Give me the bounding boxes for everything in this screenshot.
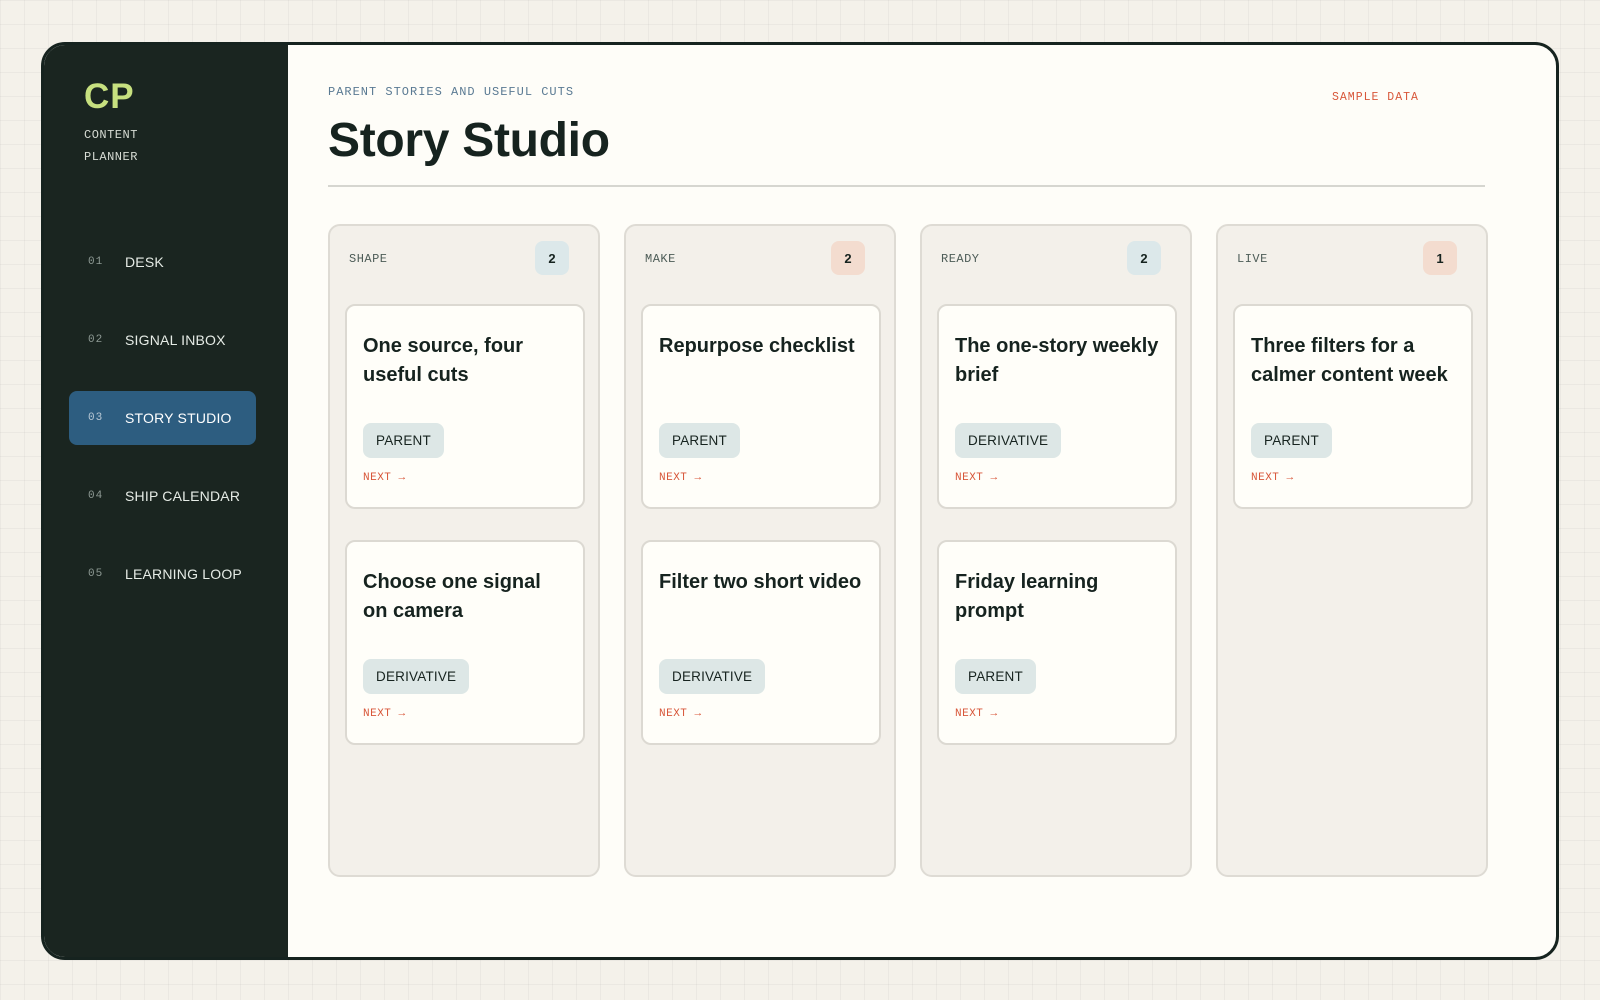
sidebar-item-story-studio[interactable]: 03 STORY STUDIO [69,391,256,445]
card-title: Repurpose checklist [659,335,855,357]
nav-number: 01 [88,256,104,268]
story-card[interactable]: Filter two short video DERIVATIVE NEXT → [641,540,881,745]
sidebar-item-desk[interactable]: 01 DESK [69,235,256,289]
column-shape: SHAPE 2 One source, four useful cuts PAR… [328,224,600,877]
brand-subtitle: CONTENT PLANNER [84,124,138,168]
header-divider [328,185,1485,187]
page-eyebrow: PARENT STORIES AND USEFUL CUTS [328,85,575,99]
column-title: SHAPE [349,252,388,266]
card-type-tag: PARENT [1251,423,1332,458]
brand-subtitle-line2: PLANNER [84,150,138,164]
story-card[interactable]: One source, four useful cuts PARENT NEXT… [345,304,585,509]
column-ready: READY 2 The one-story weekly brief DERIV… [920,224,1192,877]
app-window: CP CONTENT PLANNER 01 DESK 02 SIGNAL INB… [41,42,1559,960]
story-card[interactable]: The one-story weekly brief DERIVATIVE NE… [937,304,1177,509]
nav-label: STORY STUDIO [125,410,232,426]
sidebar-item-signal-inbox[interactable]: 02 SIGNAL INBOX [69,313,256,367]
sample-data-badge: SAMPLE DATA [1332,91,1419,104]
card-type-tag: PARENT [659,423,740,458]
column-title: MAKE [645,252,676,266]
next-link[interactable]: NEXT → [659,708,702,720]
story-card[interactable]: Three filters for a calmer content week … [1233,304,1473,509]
nav-label: LEARNING LOOP [125,566,242,582]
story-card[interactable]: Repurpose checklist PARENT NEXT → [641,304,881,509]
column-title: READY [941,252,980,266]
card-title: Choose one signal on camera [363,571,541,622]
next-link[interactable]: NEXT → [363,472,406,484]
card-type-tag: PARENT [363,423,444,458]
card-title: One source, four useful cuts [363,335,524,386]
card-title: The one-story weekly brief [955,335,1159,386]
column-count-badge: 2 [1127,241,1161,275]
card-type-tag: DERIVATIVE [363,659,470,694]
main-content: PARENT STORIES AND USEFUL CUTS SAMPLE DA… [288,45,1556,957]
sidebar: CP CONTENT PLANNER 01 DESK 02 SIGNAL INB… [44,45,288,957]
card-type-tag: DERIVATIVE [659,659,766,694]
brand-subtitle-line1: CONTENT [84,128,138,142]
column-make: MAKE 2 Repurpose checklist PARENT NEXT →… [624,224,896,877]
nav-label: SHIP CALENDAR [125,488,241,504]
nav-label: SIGNAL INBOX [125,332,226,348]
brand-logo: CP [84,77,135,116]
story-card[interactable]: Choose one signal on camera DERIVATIVE N… [345,540,585,745]
card-title: Filter two short video [659,571,862,593]
card-type-tag: DERIVATIVE [955,423,1062,458]
column-count-badge: 1 [1423,241,1457,275]
nav-label: DESK [125,254,164,270]
card-title: Friday learning prompt [955,571,1099,622]
sidebar-item-learning-loop[interactable]: 05 LEARNING LOOP [69,547,256,601]
next-link[interactable]: NEXT → [955,708,998,720]
column-live: LIVE 1 Three filters for a calmer conten… [1216,224,1488,877]
card-type-tag: PARENT [955,659,1036,694]
nav-number: 02 [88,334,104,346]
next-link[interactable]: NEXT → [955,472,998,484]
column-count-badge: 2 [831,241,865,275]
next-link[interactable]: NEXT → [1251,472,1294,484]
next-link[interactable]: NEXT → [659,472,702,484]
page-title: Story Studio [328,114,610,167]
nav-number: 05 [88,568,104,580]
column-title: LIVE [1237,252,1268,266]
nav-number: 03 [88,412,104,424]
story-card[interactable]: Friday learning prompt PARENT NEXT → [937,540,1177,745]
next-link[interactable]: NEXT → [363,708,406,720]
column-count-badge: 2 [535,241,569,275]
nav-number: 04 [88,490,104,502]
card-title: Three filters for a calmer content week [1251,335,1448,386]
sidebar-item-ship-calendar[interactable]: 04 SHIP CALENDAR [69,469,256,523]
sidebar-nav: 01 DESK 02 SIGNAL INBOX 03 STORY STUDIO … [69,235,256,625]
